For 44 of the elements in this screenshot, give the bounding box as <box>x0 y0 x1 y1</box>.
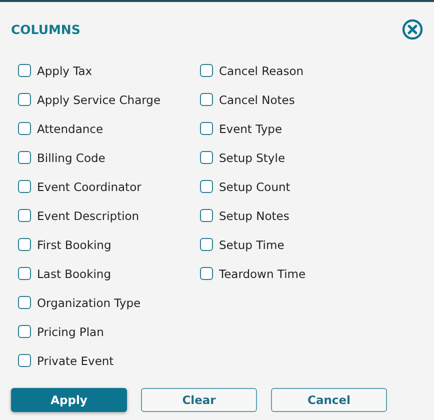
checkbox-label: Event Type <box>219 122 282 136</box>
checkbox[interactable] <box>200 151 213 164</box>
checkbox-label: Attendance <box>37 122 104 136</box>
checkbox-label: Pricing Plan <box>37 324 104 338</box>
checkbox[interactable] <box>200 180 213 193</box>
close-button[interactable] <box>402 18 423 40</box>
checkbox[interactable] <box>18 122 31 135</box>
checkbox[interactable] <box>200 209 213 222</box>
apply-button[interactable]: Apply <box>11 388 127 412</box>
checkbox-label: Setup Count <box>219 180 290 194</box>
checkbox[interactable] <box>18 64 31 77</box>
checkbox[interactable] <box>200 122 213 135</box>
checkbox[interactable] <box>18 354 31 367</box>
close-icon <box>402 18 423 40</box>
checkbox[interactable] <box>200 93 213 106</box>
checkbox[interactable] <box>200 238 213 251</box>
checkbox-label: First Booking <box>37 238 112 252</box>
checkbox-label: Event Description <box>37 208 140 222</box>
checkbox-label: Teardown Time <box>219 266 306 280</box>
checkbox-label: Organization Type <box>37 296 141 310</box>
checkbox-label: Cancel Notes <box>219 92 295 106</box>
checkbox[interactable] <box>18 93 31 106</box>
checkbox-label: Apply Service Charge <box>37 92 161 106</box>
checkbox-label: Private Event <box>37 354 114 368</box>
checkbox[interactable] <box>18 238 31 251</box>
checkbox-label: Setup Time <box>219 238 284 252</box>
checkbox[interactable] <box>18 267 31 280</box>
checkbox-label: Setup Style <box>219 150 286 164</box>
checkbox-label: Billing Code <box>37 150 106 164</box>
checkbox[interactable] <box>18 296 31 309</box>
checkbox[interactable] <box>18 325 31 338</box>
checkbox[interactable] <box>18 180 31 193</box>
checkbox[interactable] <box>18 151 31 164</box>
checkbox[interactable] <box>18 209 31 222</box>
checkbox[interactable] <box>200 64 213 77</box>
checkbox-label: Cancel Reason <box>219 64 304 78</box>
checkbox[interactable] <box>200 267 213 280</box>
action-button[interactable]: Clear <box>141 388 257 412</box>
checkbox-label: Last Booking <box>37 266 112 280</box>
checkbox-label: Event Coordinator <box>37 180 142 194</box>
checkbox-label: Setup Notes <box>219 208 290 222</box>
dialog-title: COLUMNS <box>11 22 80 36</box>
action-button[interactable]: Cancel <box>271 388 387 412</box>
checkbox-label: Apply Tax <box>37 64 92 78</box>
